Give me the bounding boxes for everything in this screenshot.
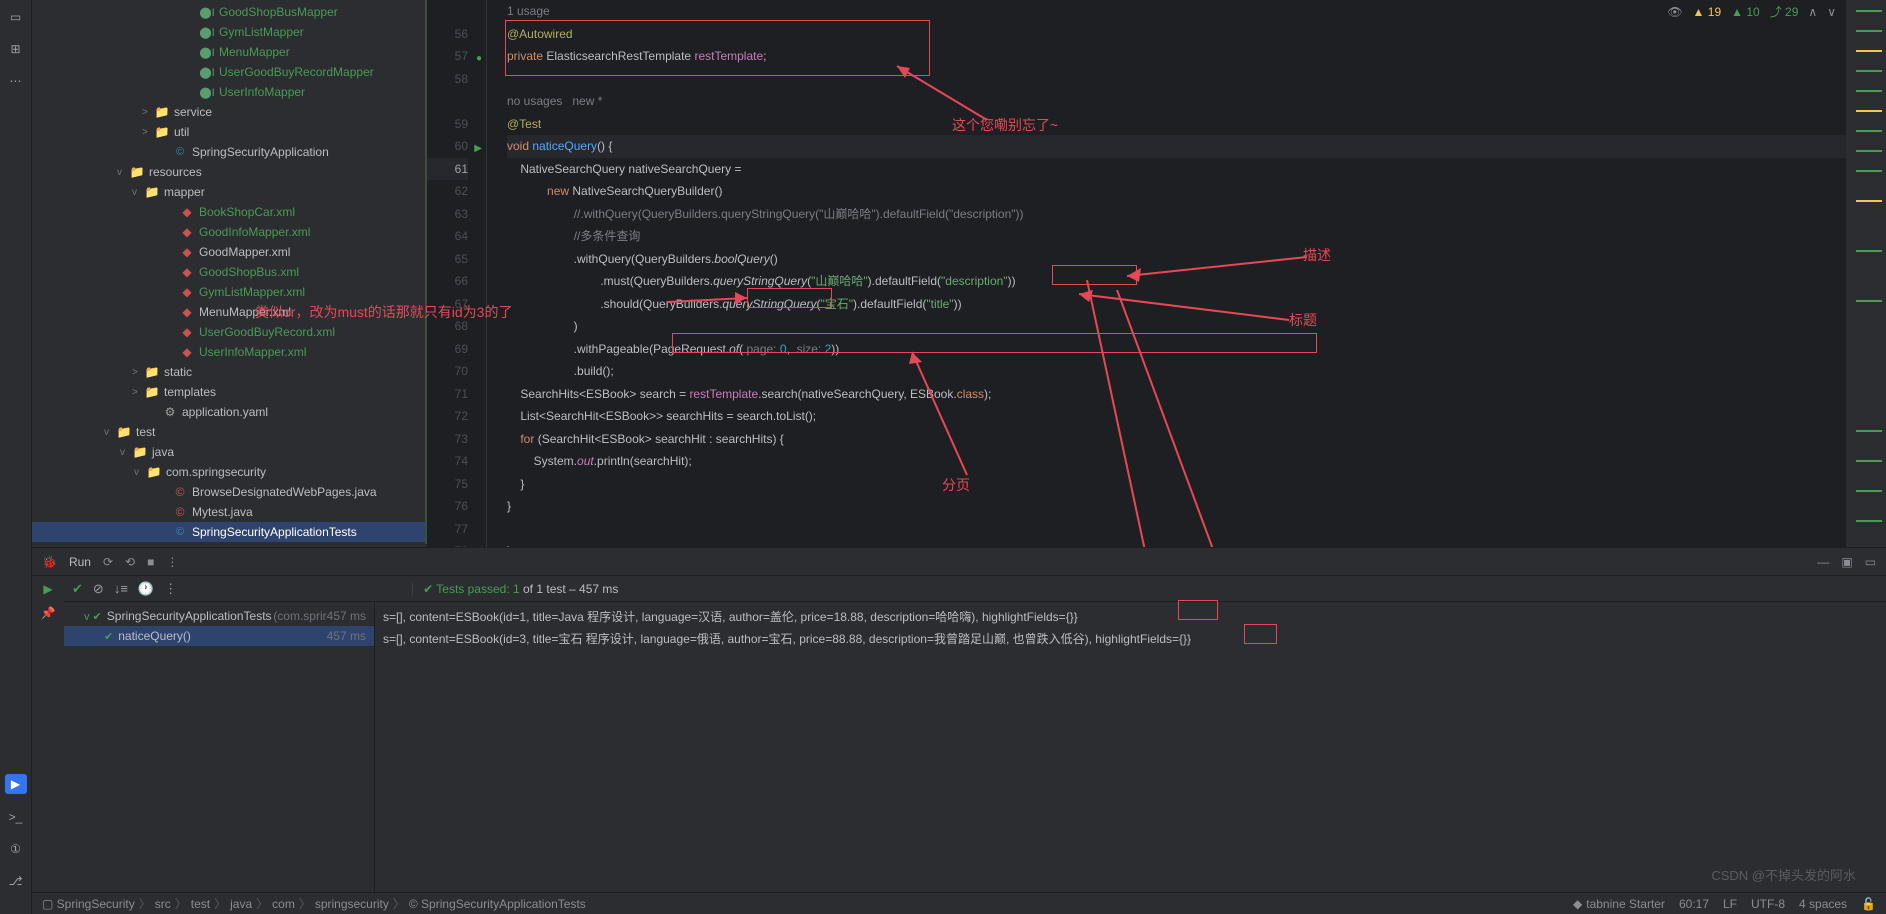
tree-item-resources[interactable]: v📁resources <box>32 162 427 182</box>
tabnine-widget[interactable]: ◆ tabnine Starter <box>1573 897 1665 911</box>
tree-item-springsecurityapplicationtests[interactable]: ©SpringSecurityApplicationTests <box>32 522 427 542</box>
breadcrumb-item[interactable]: ▢ SpringSecurity <box>42 897 135 911</box>
tree-item-gymlistmapper[interactable]: ⬤IGymListMapper <box>32 22 427 42</box>
test-row[interactable]: ✔naticeQuery()457 ms <box>64 626 374 646</box>
file-enc88[interactable]: UTF-8 <box>1751 897 1785 911</box>
annotation-description: 描述 <box>1303 245 1331 265</box>
terminal-tool-icon[interactable]: >_ <box>7 808 25 826</box>
tree-item-userinfomapper[interactable]: ⬤IUserInfoMapper <box>32 82 427 102</box>
tree-item-goodmapper-xml[interactable]: ◆GoodMapper.xml <box>32 242 427 262</box>
more-test-icon[interactable]: ⋮ <box>164 581 177 597</box>
run-icon[interactable]: ▶ <box>43 582 52 596</box>
tree-item-goodshopbus-xml[interactable]: ◆GoodShopBus.xml <box>32 262 427 282</box>
sort-icon[interactable]: ↓≡ <box>114 581 128 596</box>
warnings-count[interactable]: ▲ 19 <box>1693 5 1722 19</box>
editor-gutter: 5657●585960▶6162636465666768697071727374… <box>427 0 487 547</box>
tree-item-test-java[interactable]: ©Test.java <box>32 542 427 547</box>
tree-item-springsecurityapplication[interactable]: ©SpringSecurityApplication <box>32 142 427 162</box>
line-separator[interactable]: LF <box>1723 897 1737 911</box>
tests-total-label: of 1 test – 457 ms <box>520 582 619 596</box>
tree-item-mytest-java[interactable]: ©Mytest.java <box>32 502 427 522</box>
tree-item-util[interactable]: >📁util <box>32 122 427 142</box>
indent-widget[interactable]: 4 spaces <box>1799 897 1847 911</box>
check-icon[interactable]: ✔ <box>72 581 83 597</box>
csdn-watermark: CSDN @不掉头发的阿水 <box>1711 865 1856 884</box>
eye-off-icon[interactable]: 👁 <box>1667 5 1682 19</box>
stop-icon[interactable]: ■ <box>147 555 154 569</box>
clock-icon[interactable]: 🕐 <box>138 581 154 597</box>
debug-icon[interactable]: 🐞 <box>42 555 57 569</box>
tree-item-bookshopcar-xml[interactable]: ◆BookShopCar.xml <box>32 202 427 222</box>
run-panel: 🐞 Run ⟳ ⟲ ■ ⋮ — ▣ ▭ ▶ 📌 ✔ ⊘ ↓≡ 🕐 ⋮ <box>32 547 1886 892</box>
minimap[interactable] <box>1846 0 1886 547</box>
test-toolbar: ✔ ⊘ ↓≡ 🕐 ⋮ ✔ Tests passed: 1 of 1 test –… <box>64 576 1886 602</box>
rerun-failed-icon[interactable]: ⟲ <box>125 555 135 569</box>
run-panel-header: 🐞 Run ⟳ ⟲ ■ ⋮ — ▣ ▭ <box>32 548 1886 576</box>
code-editor[interactable]: 5657●585960▶6162636465666768697071727374… <box>427 0 1886 547</box>
tree-item-menumapper[interactable]: ⬤IMenuMapper <box>32 42 427 62</box>
pin-icon[interactable]: 📌 <box>41 606 56 620</box>
structure-tool-icon[interactable]: ⊞ <box>7 40 25 58</box>
tree-item-java[interactable]: v📁java <box>32 442 427 462</box>
problems-tool-icon[interactable]: ① <box>7 840 25 858</box>
main-area: ⬤IGoodShopBusMapper⬤IGymListMapper⬤IMenu… <box>32 0 1886 914</box>
tree-item-test[interactable]: v📁test <box>32 422 427 442</box>
breadcrumb-item[interactable]: src <box>155 897 171 911</box>
tool-window-bar-left: ▭ ⊞ ⋯ ▶ >_ ① ⎇ <box>0 0 32 914</box>
tree-item-gymlistmapper-xml[interactable]: ◆GymListMapper.xml <box>32 282 427 302</box>
tree-item-goodshopbusmapper[interactable]: ⬤IGoodShopBusMapper <box>32 2 427 22</box>
tree-item-usergoodbuyrecordmapper[interactable]: ⬤IUserGoodBuyRecordMapper <box>32 62 427 82</box>
more-icon[interactable]: ⋮ <box>166 555 178 569</box>
console-output[interactable]: s=[], content=ESBook(id=1, title=Java 程序… <box>374 602 1886 892</box>
project-tree[interactable]: ⬤IGoodShopBusMapper⬤IGymListMapper⬤IMenu… <box>32 0 427 547</box>
hints-count[interactable]: ⤴ 29 <box>1770 3 1799 20</box>
tree-item-static[interactable]: >📁static <box>32 362 427 382</box>
tree-item-browsedesignatedwebpages-java[interactable]: ©BrowseDesignatedWebPages.java <box>32 482 427 502</box>
tree-item-userinfomapper-xml[interactable]: ◆UserInfoMapper.xml <box>32 342 427 362</box>
breadcrumb-item[interactable]: © SpringSecurityApplicationTests <box>409 897 586 911</box>
code-area[interactable]: 1 usage@Autowiredprivate ElasticsearchRe… <box>487 0 1846 547</box>
tree-item-usergoodbuyrecord-xml[interactable]: ◆UserGoodBuyRecord.xml <box>32 322 427 342</box>
annotation-like-or: 类似or，改为must的话那就只有id为3的了 <box>255 302 512 322</box>
breadcrumb-item[interactable]: test <box>191 897 210 911</box>
chevron-down-icon[interactable]: ∨ <box>1827 5 1836 19</box>
more-tool-icon[interactable]: ⋯ <box>7 72 25 90</box>
breadcrumb-item[interactable]: springsecurity <box>315 897 389 911</box>
tree-item-com-springsecurity[interactable]: v📁com.springsecurity <box>32 462 427 482</box>
vcs-tool-icon[interactable]: ⎇ <box>7 872 25 890</box>
annotation-dont-forget: 这个您嘞别忘了~ <box>952 115 1058 135</box>
tree-item-goodinfomapper-xml[interactable]: ◆GoodInfoMapper.xml <box>32 222 427 242</box>
run-toolbar: ▶ 📌 <box>32 576 64 892</box>
breadcrumb-item[interactable]: java <box>230 897 252 911</box>
inspection-widget[interactable]: 👁 ▲ 19 ▲ 10 ⤴ 29 ∧ ∨ <box>1667 3 1836 20</box>
test-tree[interactable]: v ✔SpringSecurityApplicationTests (com.s… <box>64 602 374 892</box>
tree-item-service[interactable]: >📁service <box>32 102 427 122</box>
annotation-title: 标题 <box>1289 310 1317 330</box>
tree-item-application-yaml[interactable]: ⚙application.yaml <box>32 402 427 422</box>
fail-icon[interactable]: ⊘ <box>93 581 104 597</box>
settings-icon[interactable]: ▭ <box>1865 555 1876 569</box>
status-bar: ▢ SpringSecurity〉src〉test〉java〉com〉sprin… <box>32 892 1886 914</box>
rerun-icon[interactable]: ⟳ <box>103 555 113 569</box>
annotation-paging: 分页 <box>942 475 970 495</box>
breadcrumb-item[interactable]: com <box>272 897 295 911</box>
weak-warnings-count[interactable]: ▲ 10 <box>1731 5 1760 19</box>
console-line: s=[], content=ESBook(id=1, title=Java 程序… <box>383 606 1878 628</box>
chevron-up-icon[interactable]: ∧ <box>1808 5 1817 19</box>
breadcrumb[interactable]: ▢ SpringSecurity〉src〉test〉java〉com〉sprin… <box>42 895 586 912</box>
tree-item-templates[interactable]: >📁templates <box>32 382 427 402</box>
minimize-icon[interactable]: — <box>1817 555 1829 569</box>
run-panel-title: Run <box>69 555 91 569</box>
readonly-icon[interactable]: 🔓 <box>1861 897 1876 911</box>
run-tool-icon[interactable]: ▶ <box>5 774 27 794</box>
project-tool-icon[interactable]: ▭ <box>7 8 25 26</box>
tests-passed-icon: ✔ <box>423 582 433 596</box>
tree-item-mapper[interactable]: v📁mapper <box>32 182 427 202</box>
cursor-position[interactable]: 60:17 <box>1679 897 1709 911</box>
console-line: s=[], content=ESBook(id=3, title=宝石 程序设计… <box>383 628 1878 650</box>
tests-passed-label: Tests passed: 1 <box>436 582 519 596</box>
layout-icon[interactable]: ▣ <box>1841 555 1852 569</box>
test-row[interactable]: v ✔SpringSecurityApplicationTests (com.s… <box>64 606 374 626</box>
